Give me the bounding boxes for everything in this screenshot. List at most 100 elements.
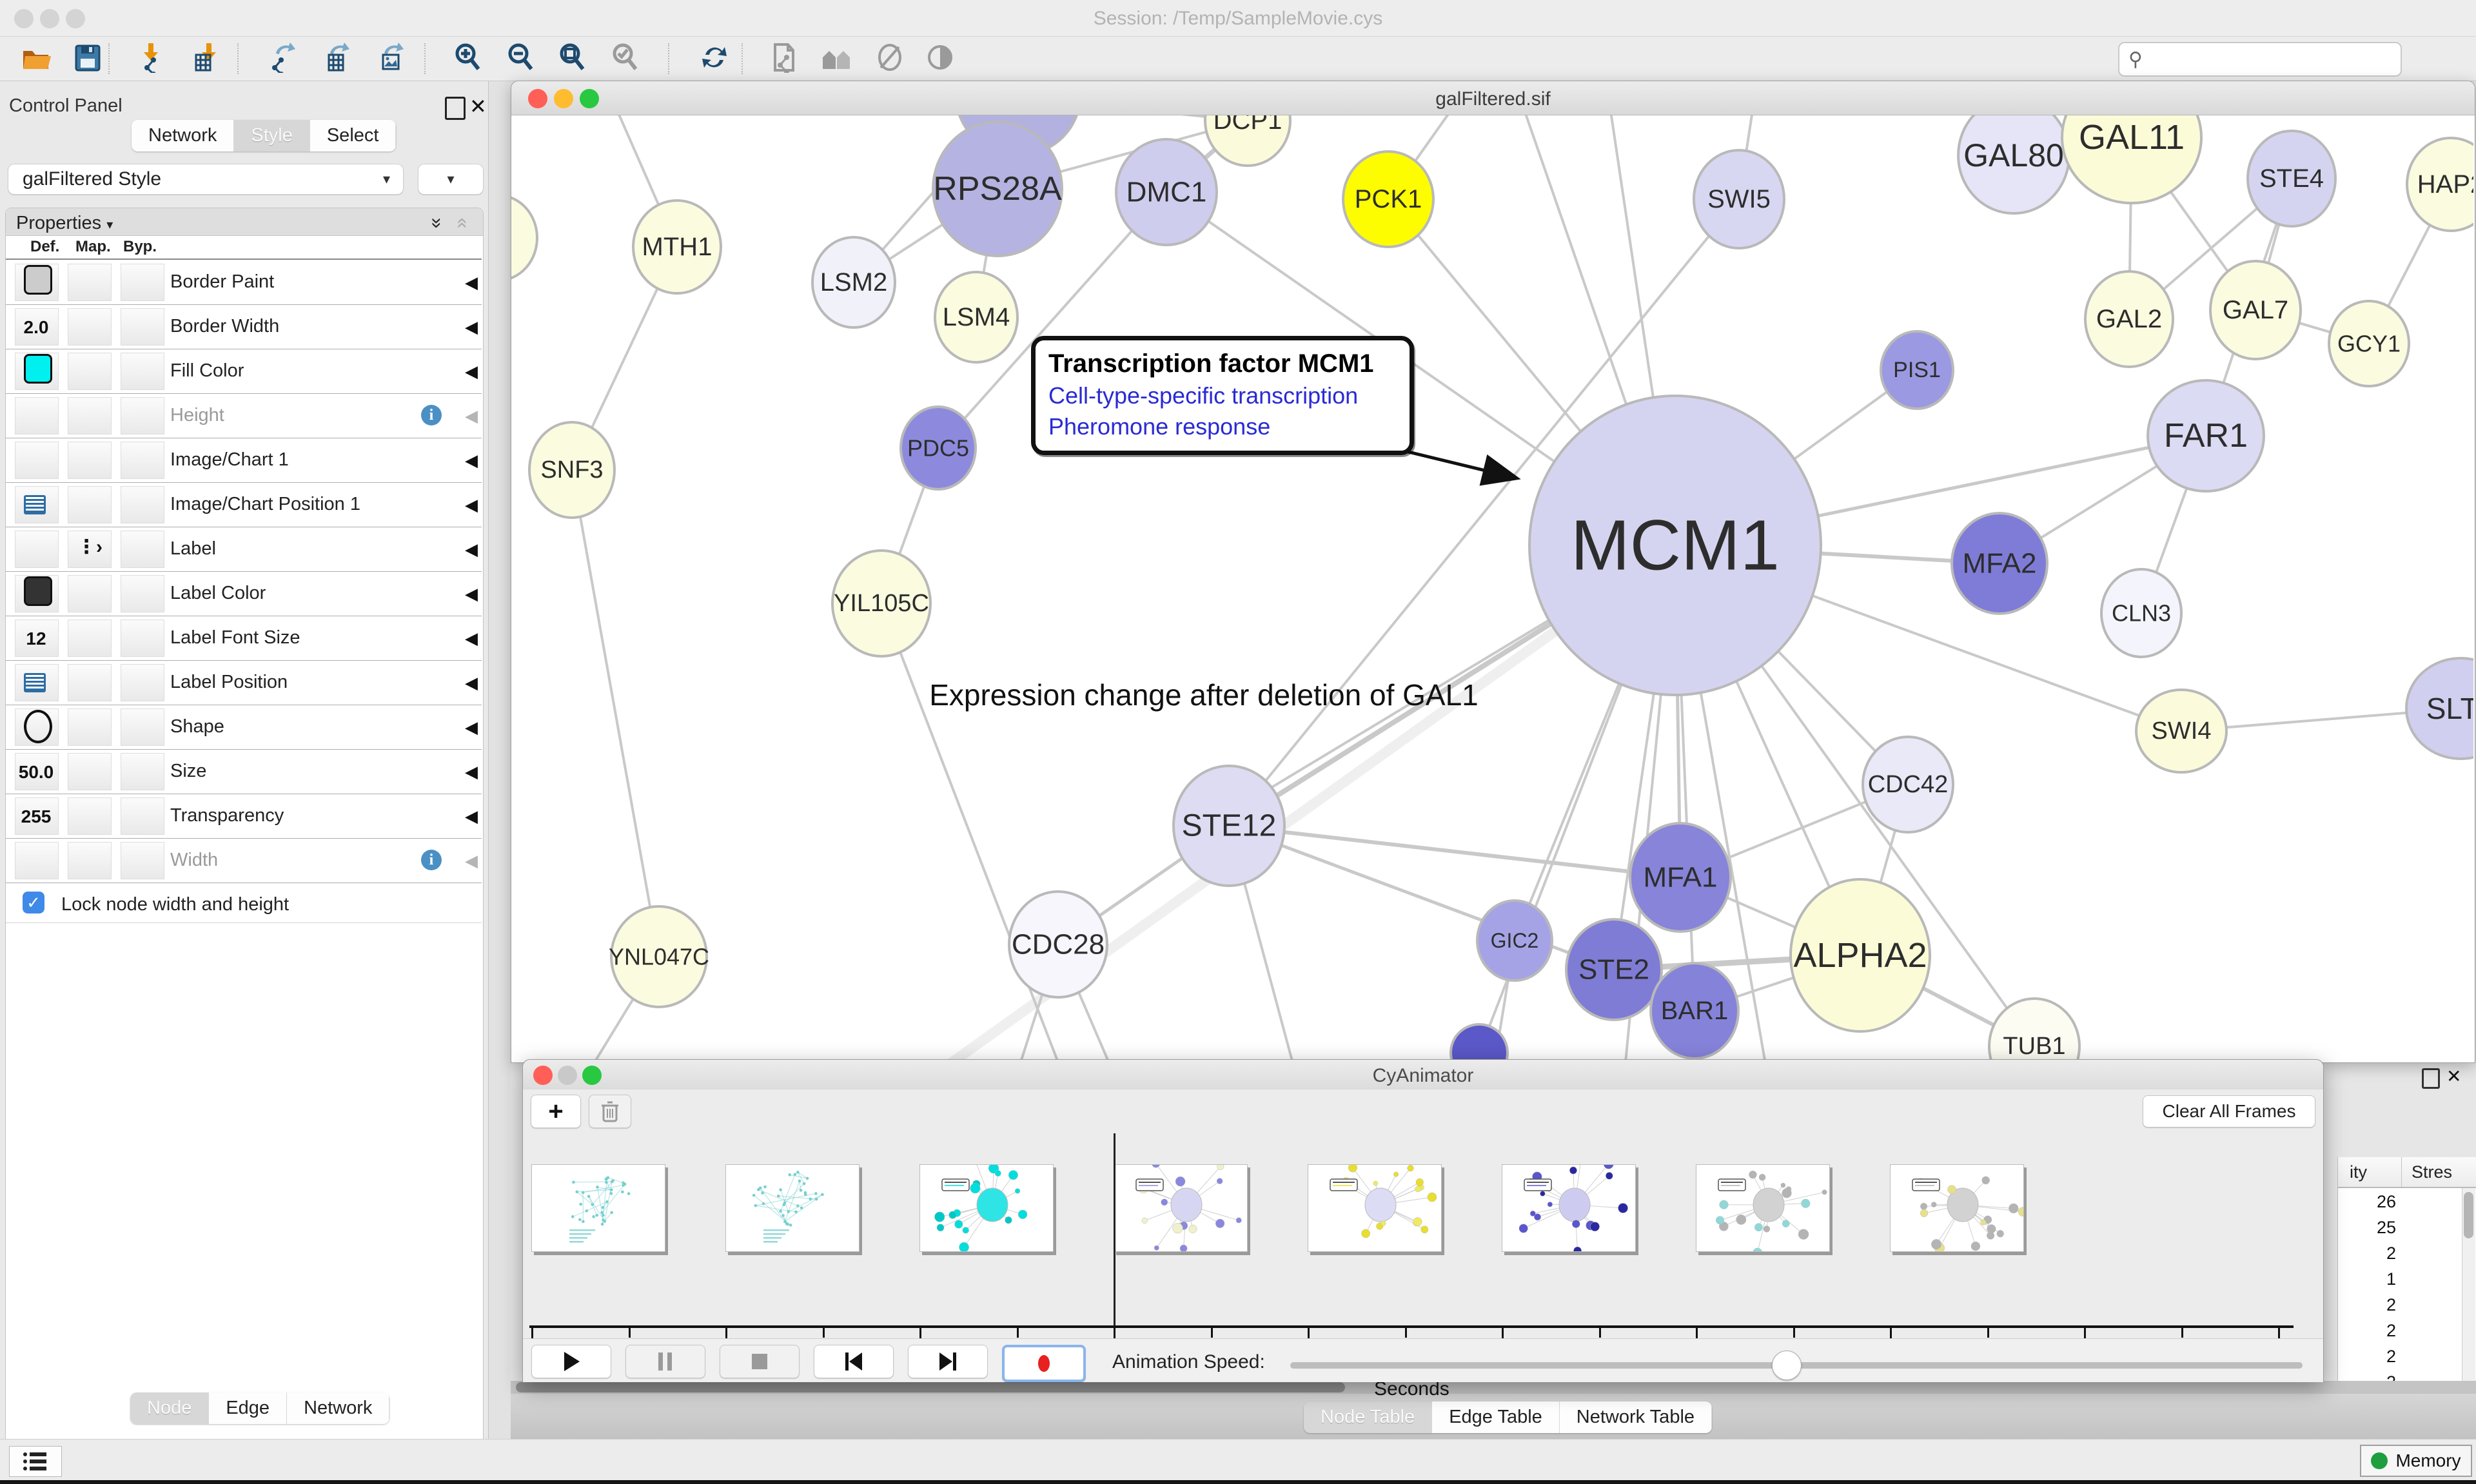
tab-select[interactable]: Select — [310, 120, 397, 151]
network-node-alpha2[interactable]: ALPHA2 — [1791, 879, 1930, 1031]
export-table-button[interactable] — [319, 41, 355, 77]
zoom-out-button[interactable] — [503, 41, 539, 77]
network-node-gal2[interactable]: GAL2 — [2085, 271, 2173, 367]
table-cell[interactable]: 25 — [2338, 1218, 2396, 1238]
expand-arrow-icon[interactable]: ◀ — [465, 806, 478, 826]
pause-button[interactable] — [625, 1345, 705, 1378]
annotation-link[interactable]: Pheromone response — [1048, 413, 1410, 440]
delete-frame-button[interactable] — [589, 1095, 631, 1128]
frame-thumbnail-5[interactable] — [1502, 1164, 1636, 1252]
close-panel-icon[interactable]: ✕ — [469, 94, 487, 119]
canvas-caption[interactable]: Expression change after deletion of GAL1 — [929, 678, 1479, 712]
expand-arrow-icon[interactable]: ◀ — [465, 718, 478, 737]
network-node-mfa1[interactable]: MFA1 — [1630, 823, 1731, 932]
expand-arrow-icon[interactable]: ◀ — [465, 451, 478, 471]
tab-node-table[interactable]: Node Table — [1304, 1401, 1432, 1433]
network-node-snf3[interactable]: SNF3 — [529, 422, 614, 518]
collapse-all-icon[interactable]: « — [451, 218, 473, 229]
network-window-titlebar[interactable]: galFiltered.sif — [511, 81, 2475, 115]
network-node-pdc5[interactable]: PDC5 — [901, 407, 976, 489]
table-cell[interactable]: 26 — [2338, 1192, 2396, 1212]
property-row[interactable]: Width i◀ — [6, 838, 482, 883]
network-node-yil105c[interactable]: YIL105C — [832, 551, 930, 656]
memory-button[interactable]: Memory — [2360, 1445, 2472, 1477]
network-node-ste2[interactable]: STE2 — [1566, 919, 1662, 1020]
table-cell[interactable]: 2 — [2338, 1244, 2396, 1264]
houses-button[interactable] — [818, 41, 854, 77]
mcm1-annotation[interactable]: Transcription factor MCM1 Cell-type-spec… — [1031, 336, 1414, 455]
network-node-gcy1[interactable]: GCY1 — [2329, 301, 2409, 386]
network-node-mfa2[interactable]: MFA2 — [1952, 513, 2047, 614]
clear-all-frames-button[interactable]: Clear All Frames — [2143, 1095, 2315, 1128]
show-eye-button[interactable] — [922, 41, 958, 77]
float-panel-icon[interactable] — [445, 97, 466, 120]
network-node-rps28a[interactable]: RPS28A — [933, 122, 1062, 256]
open-folder-button[interactable] — [19, 41, 55, 77]
expand-arrow-icon[interactable]: ◀ — [465, 851, 478, 871]
network-node-swi5[interactable]: SWI5 — [1694, 150, 1784, 248]
import-network-button[interactable] — [137, 41, 173, 77]
network-node-cdc42[interactable]: CDC42 — [1863, 737, 1953, 832]
network-node-mcm1[interactable]: MCM1 — [1529, 396, 1821, 695]
property-row[interactable]: 50.0 Size ◀ — [6, 749, 482, 794]
table-horizontal-scrollbar[interactable] — [511, 1381, 2476, 1394]
cyanimator-titlebar[interactable]: CyAnimator — [523, 1060, 2323, 1090]
tab-network[interactable]: Network — [132, 120, 234, 151]
table-column-stress[interactable]: Stres — [2412, 1162, 2452, 1182]
timeline-playhead[interactable] — [1114, 1133, 1115, 1327]
expand-arrow-icon[interactable]: ◀ — [465, 273, 478, 293]
network-node-swi4[interactable]: SWI4 — [2136, 690, 2226, 772]
frame-thumbnail-4[interactable] — [1308, 1164, 1442, 1252]
network-node-gal80[interactable]: GAL80 — [1958, 115, 2069, 213]
expand-arrow-icon[interactable]: ◀ — [465, 762, 478, 782]
network-node-mth1[interactable]: MTH1 — [633, 200, 721, 293]
network-node-lsm2[interactable]: LSM2 — [812, 237, 895, 327]
slider-knob[interactable] — [1772, 1351, 1802, 1380]
expand-arrow-icon[interactable]: ◀ — [465, 495, 478, 515]
export-network-button[interactable] — [264, 41, 300, 77]
table-cell[interactable]: 2 — [2338, 1321, 2396, 1341]
property-row[interactable]: 255 Transparency ◀ — [6, 794, 482, 839]
network-node-far1[interactable]: FAR1 — [2148, 380, 2264, 491]
export-image-button[interactable] — [373, 41, 409, 77]
table-column-ity[interactable]: ity — [2350, 1162, 2367, 1182]
property-row[interactable]: 12 Label Font Size ◀ — [6, 616, 482, 661]
refresh-button[interactable] — [696, 41, 732, 77]
table-cell[interactable]: 2 — [2338, 1347, 2396, 1367]
expand-arrow-icon[interactable]: ◀ — [465, 540, 478, 560]
property-row[interactable]: Height i◀ — [6, 393, 482, 438]
close-table-icon[interactable]: ✕ — [2446, 1066, 2461, 1087]
property-row[interactable]: Shape ◀ — [6, 705, 482, 750]
annotation-link[interactable]: Cell-type-specific transcription — [1048, 382, 1410, 409]
property-row[interactable]: Label Color ◀ — [6, 571, 482, 616]
network-node-ste4[interactable]: STE4 — [2248, 131, 2335, 226]
play-button[interactable] — [531, 1345, 611, 1378]
frame-thumbnail-7[interactable] — [1890, 1164, 2024, 1252]
lock-checkbox[interactable]: ✓ — [23, 892, 44, 913]
network-node-slt2[interactable]: SLT2 — [2406, 658, 2473, 759]
search-input[interactable] — [2150, 48, 2393, 70]
zoom-in-button[interactable] — [450, 41, 486, 77]
animation-speed-slider[interactable] — [1290, 1362, 2303, 1369]
info-icon[interactable]: i — [421, 850, 442, 870]
tab-node[interactable]: Node — [130, 1392, 209, 1424]
expand-arrow-icon[interactable]: ◀ — [465, 673, 478, 693]
expand-arrow-icon[interactable]: ◀ — [465, 584, 478, 604]
add-frame-button[interactable]: + — [531, 1095, 581, 1128]
lock-size-row[interactable]: ✓ Lock node width and height — [6, 883, 482, 924]
table-scrollbar[interactable] — [2462, 1188, 2475, 1394]
tab-edge[interactable]: Edge — [209, 1392, 287, 1424]
frame-thumbnail-3[interactable] — [1114, 1164, 1248, 1252]
cyanimator-timeline[interactable]: 0123456789 Seconds — [523, 1132, 2323, 1338]
zoom-selected-button[interactable] — [607, 41, 644, 77]
network-node-hap2[interactable]: HAP2 — [2407, 138, 2473, 231]
search-box[interactable]: ⚲ — [2118, 42, 2402, 77]
frame-thumbnail-6[interactable] — [1696, 1164, 1830, 1252]
network-node-pck1[interactable]: PCK1 — [1343, 151, 1433, 247]
frame-thumbnail-0[interactable] — [531, 1164, 665, 1252]
property-row[interactable]: Border Paint ◀ — [6, 260, 482, 305]
skip-end-button[interactable] — [908, 1345, 988, 1378]
table-cell[interactable]: 1 — [2338, 1269, 2396, 1289]
import-table-button[interactable] — [191, 41, 227, 77]
tab-network[interactable]: Network — [287, 1392, 389, 1424]
